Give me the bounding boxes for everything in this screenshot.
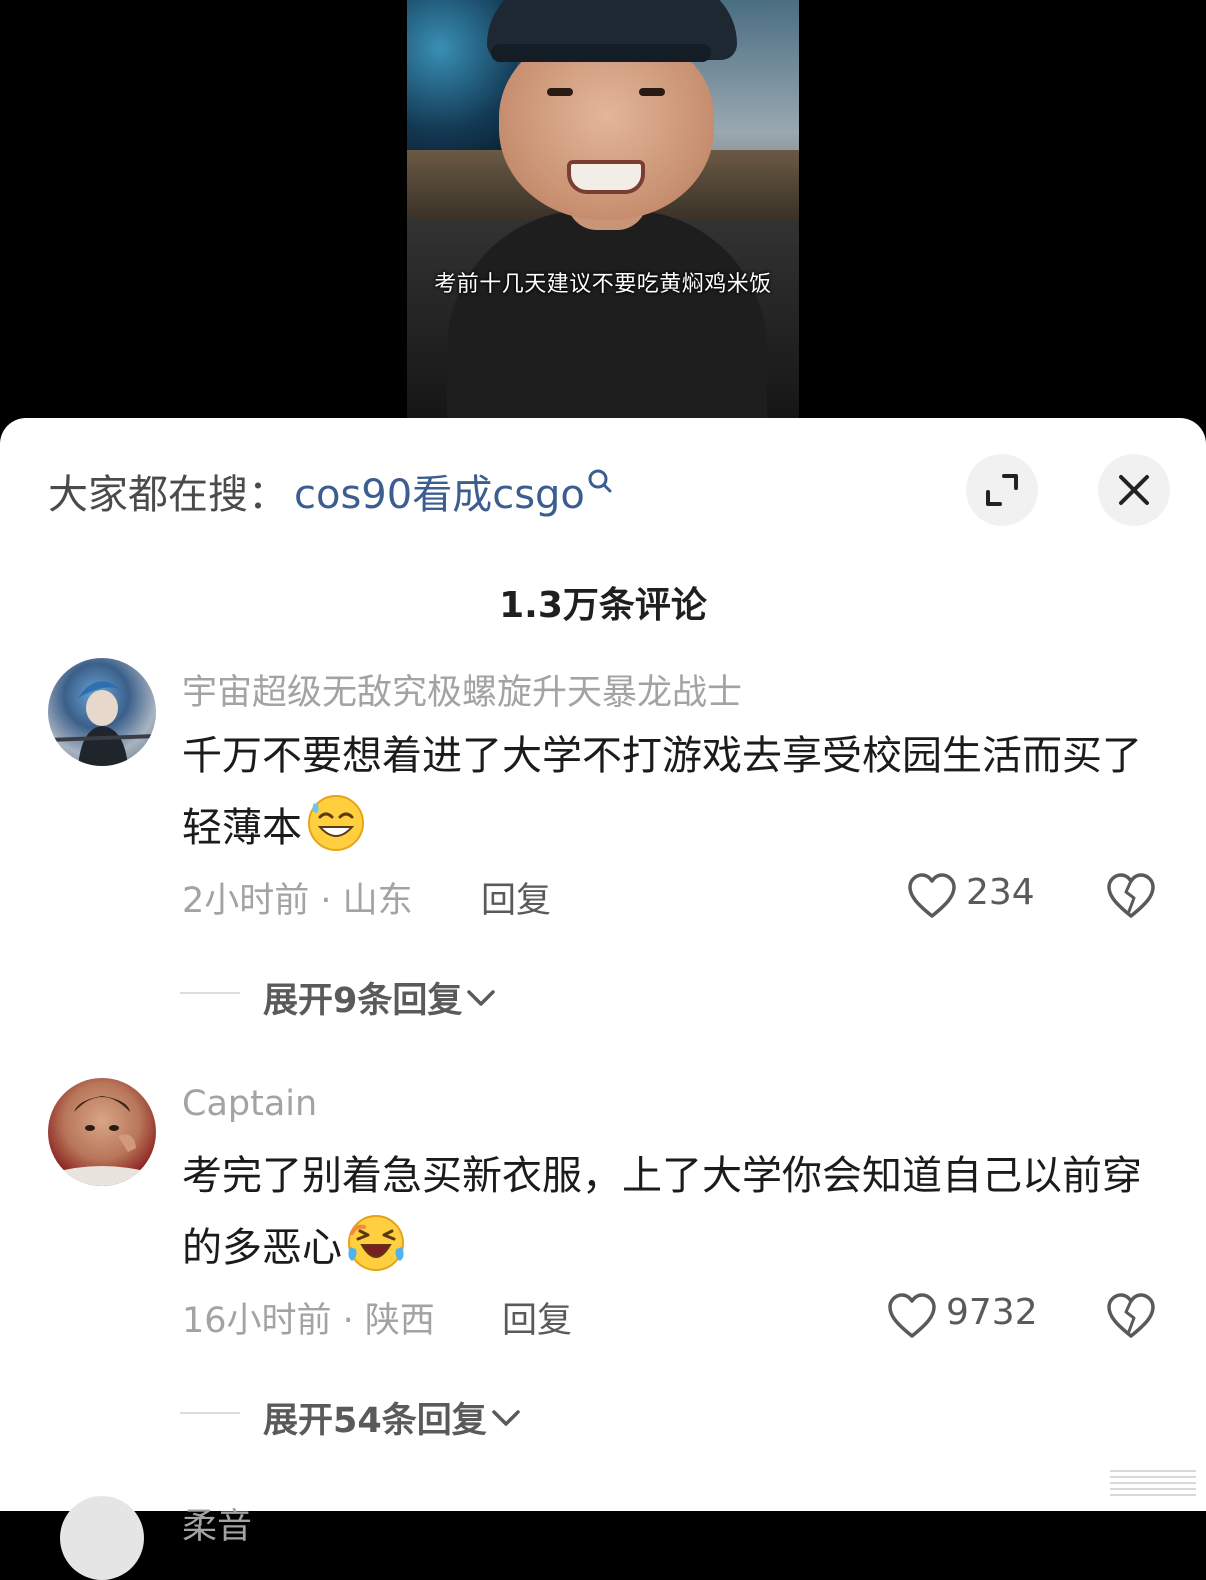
search-suggestion-term[interactable]: cos90看成csgo (294, 462, 585, 520)
comment-meta: 2小时前 · 山东 (182, 881, 413, 921)
comment-sheet: 大家都在搜： cos90看成csgo 1.3万条评论 宇宙超级无敌究极螺旋升天暴… (0, 418, 1206, 1580)
comment-text-body: 考完了别着急买新衣服，上了大学你会知道自己以前穿的多恶心 (182, 1153, 1142, 1271)
comment-username[interactable]: 柔音 (182, 1498, 252, 1549)
like-count: 9732 (946, 1292, 1038, 1333)
avatar-illustration (48, 1096, 156, 1186)
scroll-handle[interactable] (1110, 1470, 1196, 1500)
like-count: 234 (966, 872, 1035, 913)
expand-replies-button[interactable]: 展开9条回复 (263, 972, 496, 1023)
heart-icon[interactable] (887, 1292, 937, 1340)
search-icon (588, 469, 612, 493)
heart-icon[interactable] (907, 872, 957, 920)
expand-replies-button[interactable]: 展开54条回复 (263, 1392, 521, 1443)
broken-heart-icon[interactable] (1106, 872, 1156, 920)
expand-replies-label: 展开9条回复 (263, 981, 463, 1021)
comment-text: 千万不要想着进了大学不打游戏去享受校园生活而买了轻薄本 (182, 720, 1162, 864)
divider (180, 1412, 240, 1414)
avatar-illustration (48, 681, 156, 766)
video-subtitle: 考前十几天建议不要吃黄焖鸡米饭 (434, 272, 772, 297)
close-button[interactable] (1098, 454, 1170, 526)
expand-icon (986, 474, 1018, 506)
reply-button[interactable]: 回复 (502, 1292, 572, 1343)
comment-text: 考完了别着急买新衣服，上了大学你会知道自己以前穿的多恶心 (182, 1140, 1162, 1284)
chevron-down-icon (491, 1410, 520, 1426)
reply-button[interactable]: 回复 (481, 872, 551, 923)
avatar[interactable] (48, 1078, 156, 1186)
comment-count-title: 1.3万条评论 (499, 585, 707, 626)
divider (180, 992, 240, 994)
chevron-down-icon (467, 990, 496, 1006)
comment-username[interactable]: 宇宙超级无敌究极螺旋升天暴龙战士 (182, 664, 742, 715)
video-person-eye (639, 88, 665, 96)
video-player[interactable]: 考前十几天建议不要吃黄焖鸡米饭 (407, 0, 799, 418)
video-person-mouth (567, 160, 645, 194)
grinning-sweat-emoji (308, 795, 364, 851)
video-person-torso (447, 210, 767, 418)
comment-username[interactable]: Captain (182, 1084, 317, 1124)
expand-replies-label: 展开54条回复 (263, 1401, 487, 1441)
close-icon (1119, 475, 1149, 505)
video-person-cap-brim (491, 44, 711, 62)
broken-heart-icon[interactable] (1106, 1292, 1156, 1340)
search-suggestion-prefix: 大家都在搜： (48, 472, 288, 518)
rolling-laugh-emoji (348, 1215, 404, 1271)
expand-button[interactable] (966, 454, 1038, 526)
comment-meta: 16小时前 · 陕西 (182, 1301, 435, 1341)
video-person-eye (547, 88, 573, 96)
avatar[interactable] (60, 1496, 144, 1580)
search-suggestion[interactable]: 大家都在搜： cos90看成csgo (48, 464, 613, 518)
avatar[interactable] (48, 658, 156, 766)
